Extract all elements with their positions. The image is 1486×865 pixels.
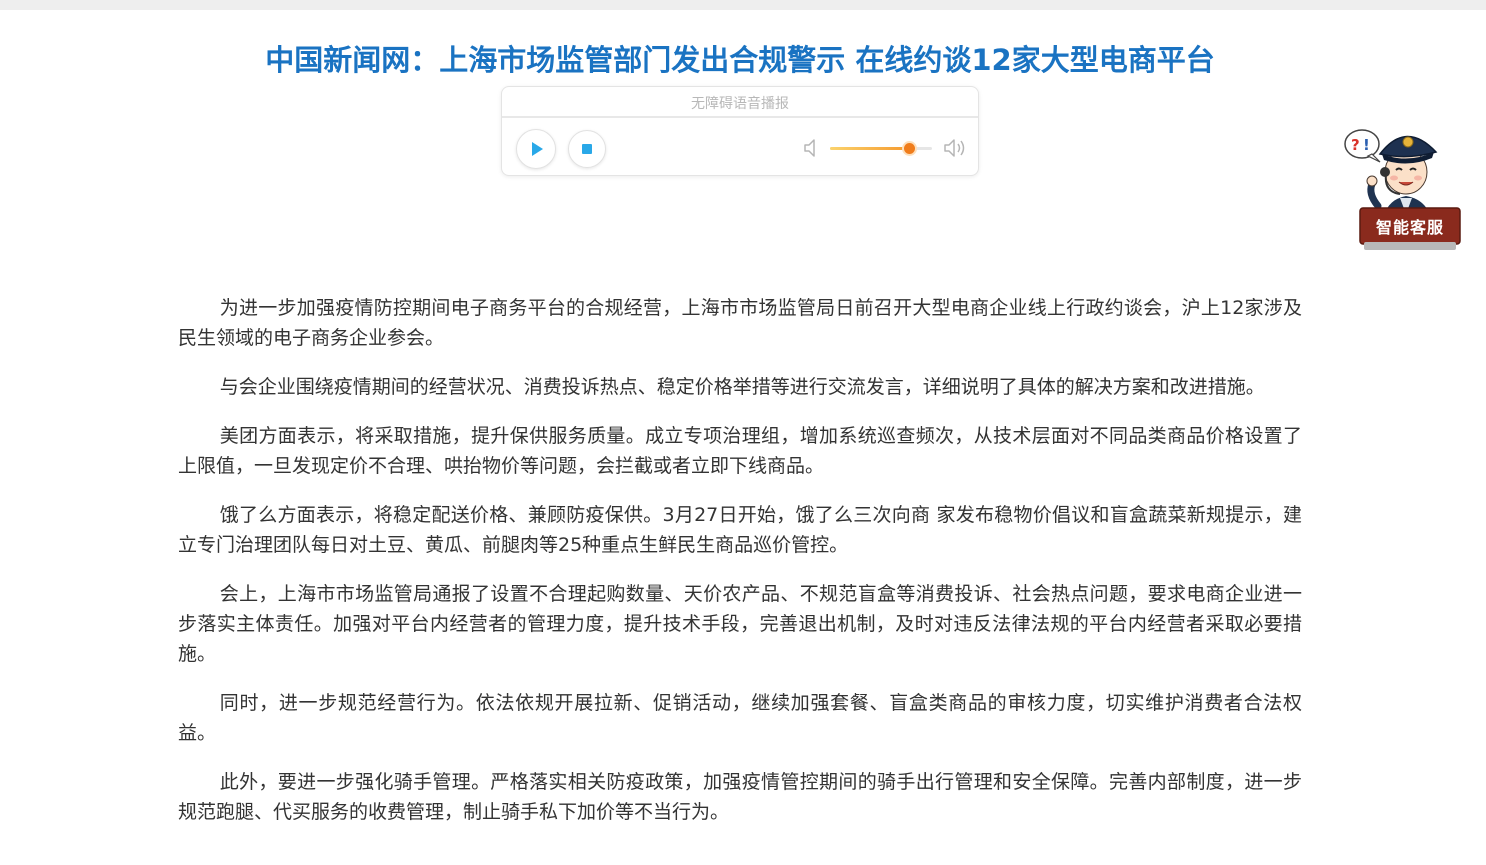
article-paragraph: 会上，上海市市场监管局通报了设置不合理起购数量、天价农产品、不规范盲盒等消费投诉… [178, 583, 1302, 665]
audio-player: 无障碍语音播报 [501, 86, 979, 176]
article-paragraph: 此外，要进一步强化骑手管理。严格落实相关防疫政策，加强疫情管控期间的骑手出行管理… [178, 771, 1302, 823]
audio-progress-bar[interactable] [502, 116, 978, 118]
article-paragraph: 饿了么方面表示，将稳定配送价格、兼顾防疫保供。3月27日开始，饿了么三次向商 家… [178, 504, 1302, 556]
page-title: 中国新闻网：上海市场监管部门发出合规警示 在线约谈12家大型电商平台 [265, 43, 1215, 77]
article-paragraph: 同时，进一步规范经营行为。依法依规开展拉新、促销活动，继续加强套餐、盲盒类商品的… [178, 692, 1302, 744]
volume-low-icon[interactable] [802, 137, 820, 163]
smart-customer-service-widget[interactable]: ? ! 智能客服 [1342, 114, 1468, 252]
stop-button[interactable] [568, 130, 606, 168]
volume-slider-fill [830, 147, 909, 150]
article-paragraph: 为进一步加强疫情防控期间电子商务平台的合规经营，上海市市场监管局日前召开大型电商… [178, 297, 1302, 349]
audio-player-caption: 无障碍语音播报 [691, 96, 789, 112]
volume-slider-handle[interactable] [903, 143, 915, 154]
svg-text:?: ? [1351, 136, 1360, 154]
volume-high-icon[interactable] [942, 137, 968, 163]
top-strip [0, 0, 1486, 10]
article-body: 为进一步加强疫情防控期间电子商务平台的合规经营，上海市市场监管局日前召开大型电商… [178, 293, 1302, 846]
smart-customer-service-label: 智能客服 [1375, 218, 1444, 237]
article-paragraph: 美团方面表示，将采取措施，提升保供服务质量。成立专项治理组，增加系统巡查频次，从… [178, 425, 1302, 477]
volume-slider[interactable] [830, 143, 932, 154]
play-button[interactable] [516, 129, 556, 169]
article-paragraph: 与会企业围绕疫情期间的经营状况、消费投诉热点、稳定价格举措等进行交流发言，详细说… [219, 376, 1265, 398]
svg-text:!: ! [1363, 136, 1370, 154]
